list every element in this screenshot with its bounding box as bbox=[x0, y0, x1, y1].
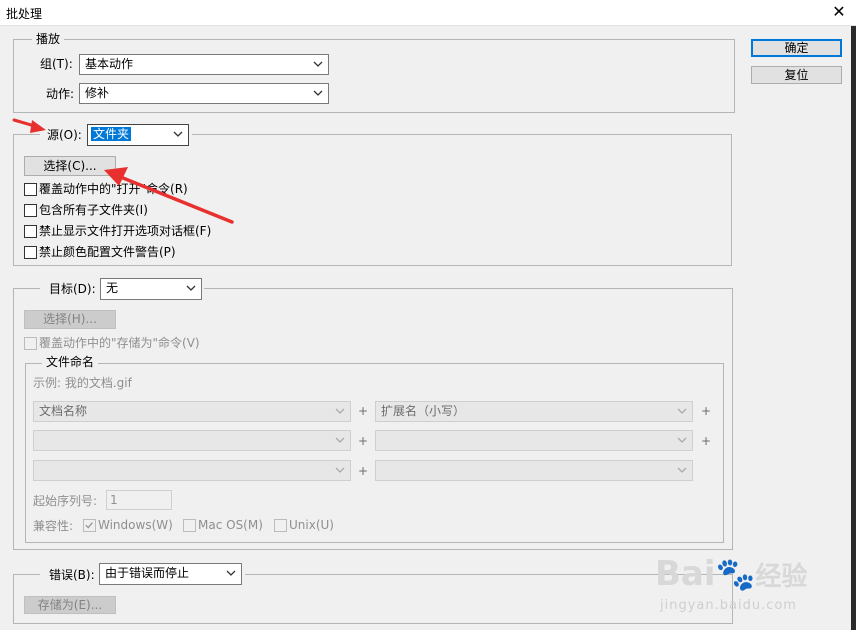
source-label: 源(O): bbox=[47, 128, 82, 142]
destination-choose-button[interactable]: 选择(H)... bbox=[24, 310, 116, 329]
source-select[interactable]: 文件夹 bbox=[87, 124, 189, 146]
chevron-down-icon bbox=[335, 437, 345, 443]
chevron-down-icon bbox=[335, 408, 345, 414]
reset-button[interactable]: 复位 bbox=[751, 66, 842, 84]
plus-sign: + bbox=[358, 404, 369, 418]
compat-unix-label: Unix(U) bbox=[289, 518, 334, 532]
naming-field-4[interactable] bbox=[375, 430, 693, 451]
override-open-label: 覆盖动作中的"打开"命令(R) bbox=[39, 182, 188, 196]
suppress-color-warning-label: 禁止颜色配置文件警告(P) bbox=[39, 245, 176, 259]
plus-sign: + bbox=[358, 464, 369, 478]
close-icon[interactable]: ✕ bbox=[829, 2, 849, 22]
chevron-down-icon bbox=[186, 285, 196, 291]
play-legend: 播放 bbox=[32, 32, 65, 46]
watermark-logo: Bai🐾经验 bbox=[655, 554, 807, 594]
chevron-down-icon bbox=[226, 570, 236, 576]
source-choose-button[interactable]: 选择(C)... bbox=[24, 156, 116, 176]
naming-field-1[interactable]: 文档名称 bbox=[33, 401, 351, 422]
suppress-open-dialog-label: 禁止显示文件打开选项对话框(F) bbox=[39, 224, 212, 238]
group-select-value: 基本动作 bbox=[85, 57, 134, 71]
ok-button[interactable]: 确定 bbox=[751, 39, 842, 57]
destination-select-value: 无 bbox=[106, 281, 119, 295]
chevron-down-icon bbox=[313, 61, 323, 67]
action-select-value: 修补 bbox=[85, 86, 110, 100]
chevron-down-icon bbox=[335, 467, 345, 473]
group-select[interactable]: 基本动作 bbox=[79, 54, 329, 75]
chevron-down-icon bbox=[173, 131, 183, 137]
watermark-suffix: 经验 bbox=[755, 562, 808, 592]
destination-select[interactable]: 无 bbox=[100, 278, 202, 300]
compat-mac-checkbox[interactable] bbox=[183, 519, 196, 532]
window-edge bbox=[851, 26, 856, 630]
naming-field-1-value: 文档名称 bbox=[39, 404, 88, 418]
naming-field-6[interactable] bbox=[375, 460, 693, 481]
watermark-url: jingyan.baidu.com bbox=[660, 598, 797, 613]
naming-field-5[interactable] bbox=[33, 460, 351, 481]
override-save-label: 覆盖动作中的"存储为"命令(V) bbox=[39, 336, 200, 350]
watermark-brand: Bai bbox=[655, 554, 716, 594]
title-bar: 批处理 ✕ bbox=[0, 0, 856, 26]
destination-label: 目标(D): bbox=[49, 282, 96, 296]
paw-icon: 🐾 bbox=[715, 555, 756, 593]
action-label: 动作: bbox=[46, 87, 75, 101]
file-naming-legend: 文件命名 bbox=[42, 355, 99, 369]
errors-select-value: 由于错误而停止 bbox=[105, 566, 190, 580]
plus-sign: + bbox=[701, 434, 712, 448]
checkmark-icon bbox=[85, 522, 93, 529]
suppress-open-dialog-checkbox[interactable] bbox=[24, 225, 37, 238]
include-subfolders-label: 包含所有子文件夹(I) bbox=[39, 203, 148, 217]
compat-windows-checkbox[interactable] bbox=[83, 519, 96, 532]
start-serial-label: 起始序列号: bbox=[33, 494, 98, 508]
naming-field-2[interactable]: 扩展名（小写） bbox=[375, 401, 693, 422]
plus-sign: + bbox=[358, 434, 369, 448]
naming-field-2-value: 扩展名（小写） bbox=[381, 404, 466, 418]
chevron-down-icon bbox=[313, 90, 323, 96]
chevron-down-icon bbox=[677, 467, 687, 473]
suppress-color-warning-checkbox[interactable] bbox=[24, 246, 37, 259]
compat-label: 兼容性: bbox=[33, 519, 74, 533]
save-as-button[interactable]: 存储为(E)... bbox=[24, 596, 116, 614]
plus-sign: + bbox=[701, 404, 712, 418]
group-label: 组(T): bbox=[40, 57, 73, 71]
errors-select[interactable]: 由于错误而停止 bbox=[99, 563, 242, 585]
override-save-checkbox[interactable] bbox=[24, 337, 37, 350]
override-open-checkbox[interactable] bbox=[24, 183, 37, 196]
compat-windows-label: Windows(W) bbox=[98, 518, 173, 532]
action-select[interactable]: 修补 bbox=[79, 83, 329, 104]
naming-example: 示例: 我的文档.gif bbox=[33, 376, 132, 390]
start-serial-input[interactable]: 1 bbox=[106, 490, 172, 510]
include-subfolders-checkbox[interactable] bbox=[24, 204, 37, 217]
source-select-value: 文件夹 bbox=[91, 127, 132, 141]
window-title: 批处理 bbox=[6, 7, 43, 21]
naming-field-3[interactable] bbox=[33, 430, 351, 451]
chevron-down-icon bbox=[677, 408, 687, 414]
compat-unix-checkbox[interactable] bbox=[274, 519, 287, 532]
errors-label: 错误(B): bbox=[49, 568, 95, 582]
compat-mac-label: Mac OS(M) bbox=[198, 518, 263, 532]
chevron-down-icon bbox=[677, 437, 687, 443]
